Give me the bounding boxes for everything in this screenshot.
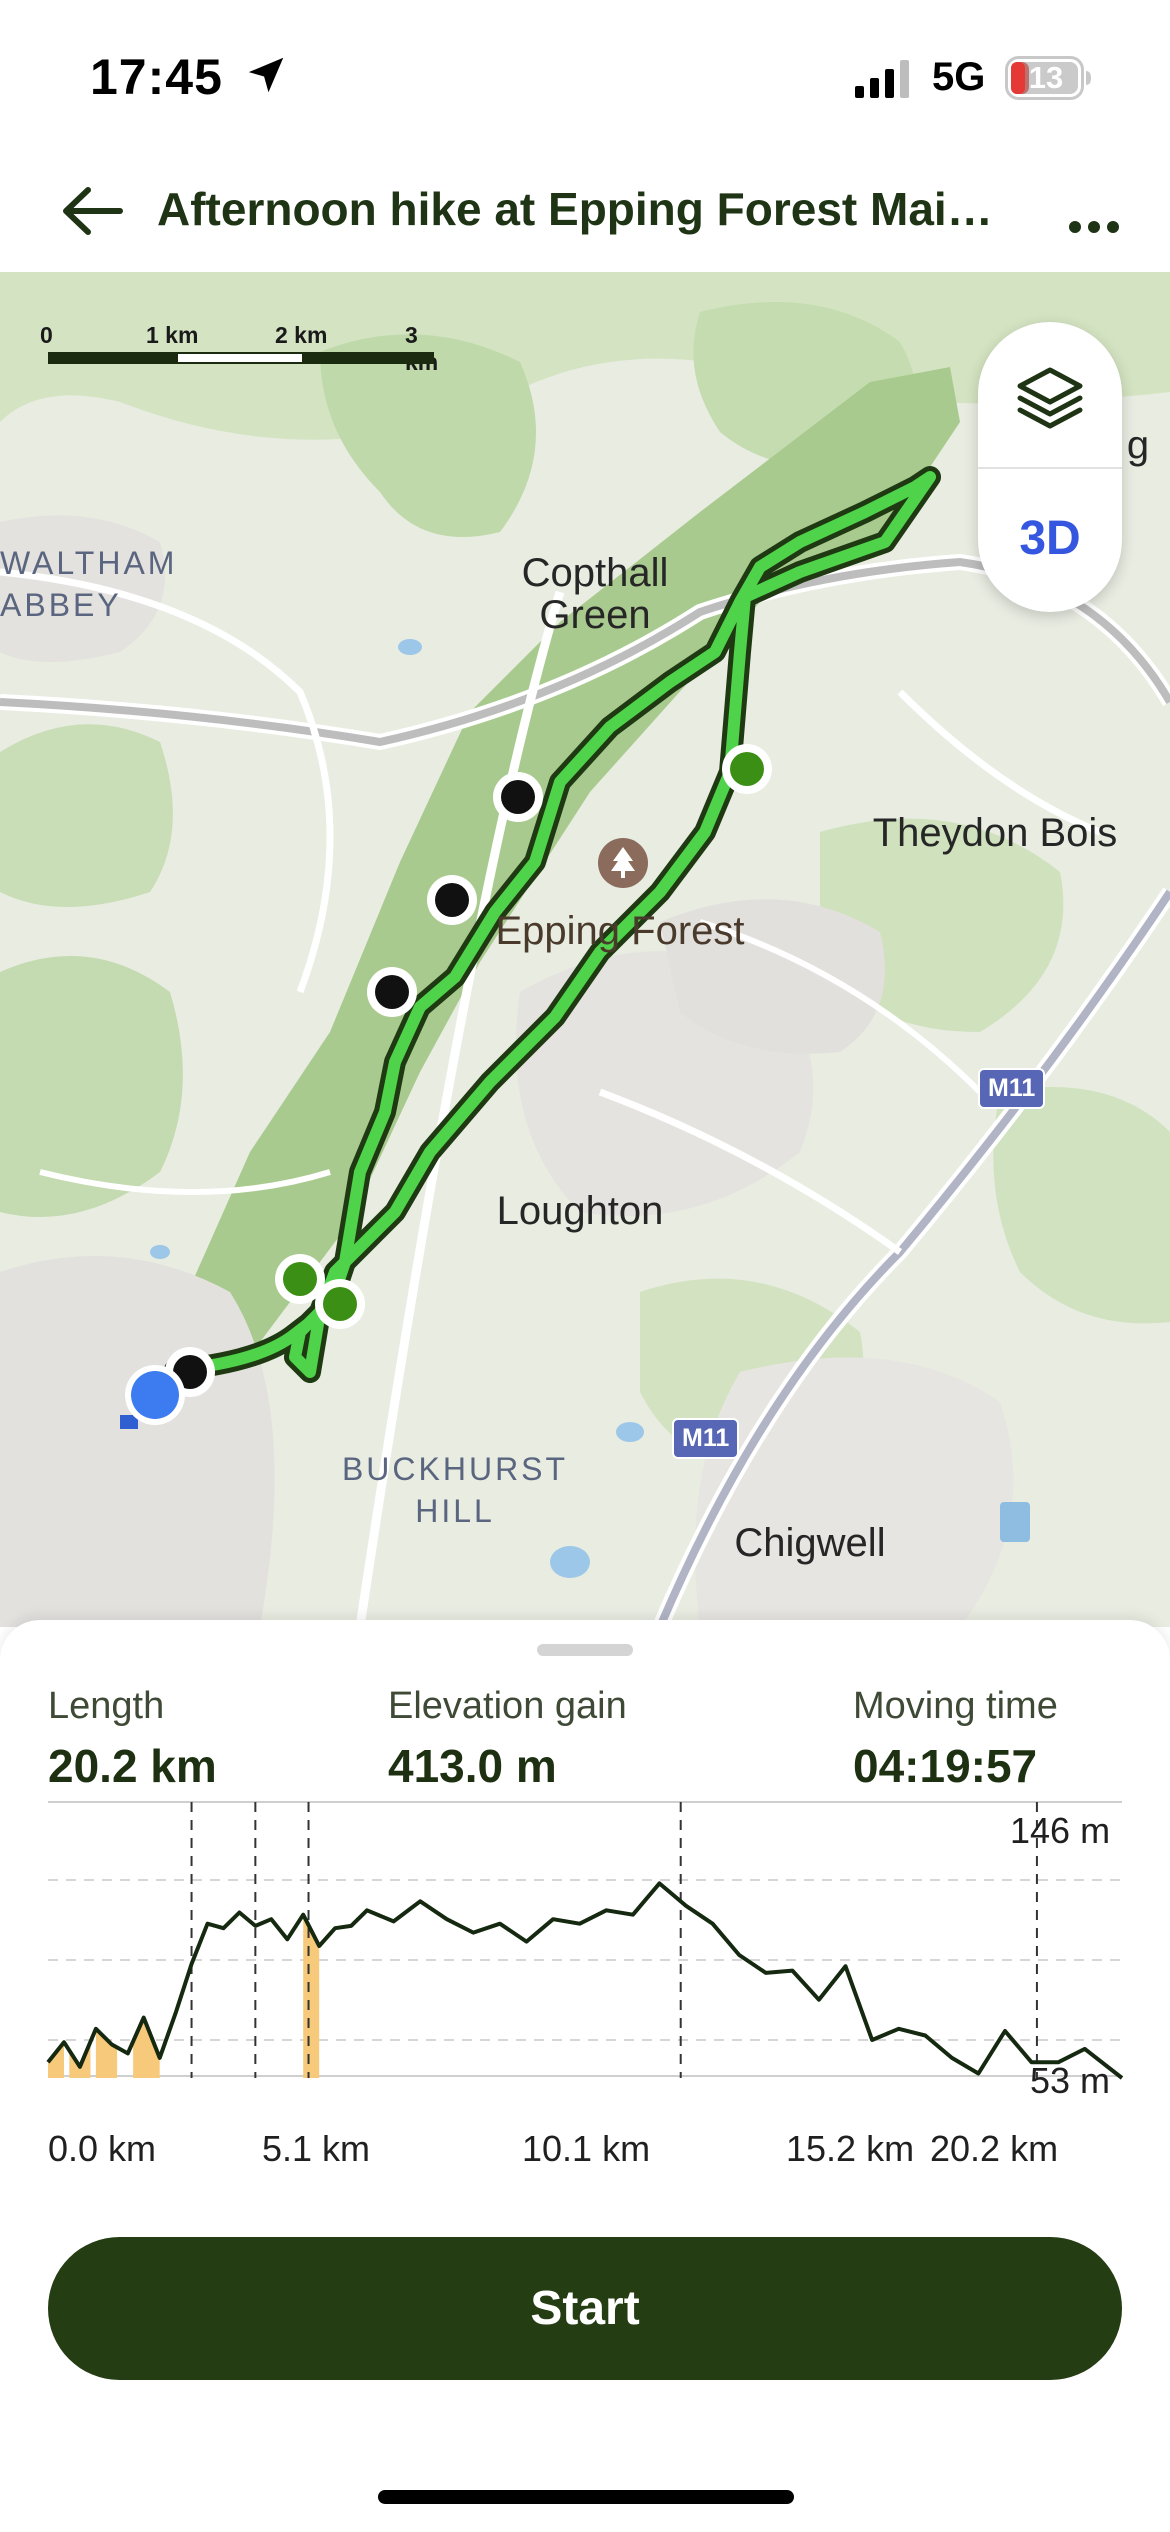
waypoint-black[interactable] — [367, 967, 417, 1017]
current-location-dot — [120, 1365, 185, 1429]
stat-moving-time-value: 04:19:57 — [853, 1740, 1038, 1792]
x-tick-label: 20.2 km — [930, 2128, 1059, 2169]
chart-highlight-area — [95, 2028, 118, 2078]
waypoint-black[interactable] — [493, 772, 543, 822]
stat-elevation-label: Elevation gain — [388, 1685, 627, 1727]
arrow-left-icon[interactable] — [54, 172, 132, 250]
stat-elevation-value: 413.0 m — [388, 1740, 557, 1792]
waypoint-green[interactable] — [315, 1279, 365, 1329]
location-arrow-icon — [248, 57, 284, 93]
home-indicator — [378, 2490, 794, 2504]
status-time: 17:45 — [90, 49, 223, 105]
battery-level: 13 — [1028, 60, 1064, 95]
stat-length-value: 20.2 km — [48, 1740, 217, 1792]
elevation-line — [46, 1881, 1124, 2080]
stat-moving-time-label: Moving time — [853, 1685, 1058, 1727]
map-controls: 3D — [978, 322, 1122, 612]
3d-toggle-button[interactable]: 3D — [978, 469, 1122, 609]
start-button[interactable]: Start — [48, 2237, 1122, 2380]
waypoint-green[interactable] — [722, 744, 772, 794]
x-tick-label: 5.1 km — [262, 2128, 371, 2169]
more-horizontal-icon[interactable] — [1055, 172, 1133, 250]
y-label-min: 53 m — [1030, 2060, 1111, 2101]
stat-length-label: Length — [48, 1685, 165, 1727]
status-bar: 17:45 5G 13 — [0, 0, 1170, 150]
waypoint-black[interactable] — [427, 875, 477, 925]
elevation-chart[interactable]: 146 m 53 m 0.0 km 5.1 km 10.1 km 15.2 km… — [0, 1800, 1170, 2180]
x-tick-label: 10.1 km — [522, 2128, 651, 2169]
page-title: Afternoon hike at Epping Forest Mai… — [157, 183, 993, 235]
stat-length: Length 20.2 km — [48, 1682, 217, 1798]
network-type: 5G — [932, 55, 986, 99]
bottom-sheet: Length 20.2 km Elevation gain 413.0 m Mo… — [0, 1620, 1170, 2532]
header: Afternoon hike at Epping Forest Mai… — [0, 150, 1170, 272]
y-label-max: 146 m — [1010, 1810, 1111, 1851]
signal-icon — [855, 60, 909, 98]
sheet-drag-handle[interactable] — [537, 1644, 633, 1656]
map-view[interactable]: 0 1 km 2 km 3 km WALTHAM ABBEY Copthall … — [0, 272, 1170, 1627]
stat-elevation-gain: Elevation gain 413.0 m — [388, 1682, 627, 1798]
stat-moving-time: Moving time 04:19:57 — [853, 1682, 1058, 1798]
x-tick-label: 15.2 km — [786, 2128, 915, 2169]
x-tick-label: 0.0 km — [48, 2128, 157, 2169]
layers-icon[interactable] — [978, 322, 1122, 467]
elevation-chart-svg — [46, 1801, 1124, 2080]
